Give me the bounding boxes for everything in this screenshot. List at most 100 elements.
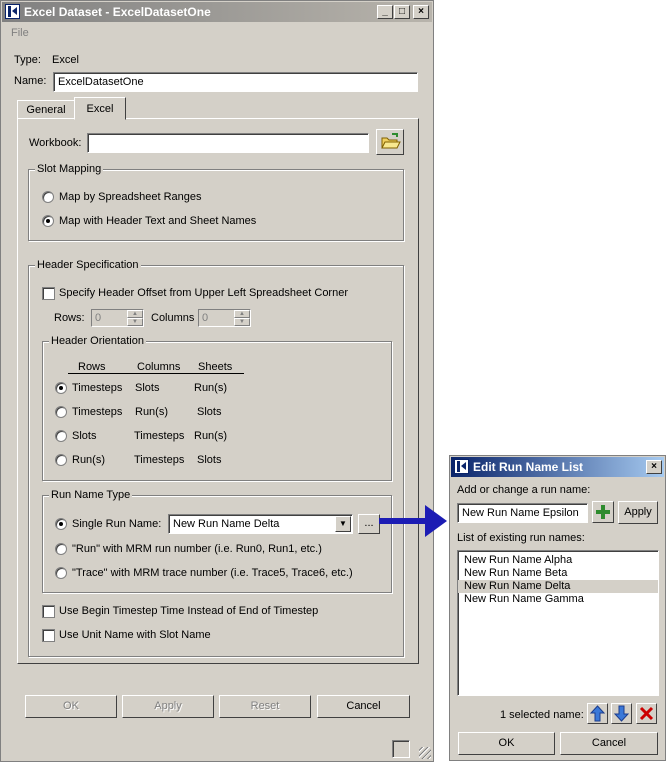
edit-run-name-list-dialog: Edit Run Name List × Add or change a run… xyxy=(449,455,666,761)
menu-file[interactable]: File xyxy=(11,26,29,40)
open-folder-button[interactable] xyxy=(376,129,404,155)
header-offset-label[interactable]: Specify Header Offset from Upper Left Sp… xyxy=(59,286,348,300)
orientation-3-columns: Timesteps xyxy=(134,430,185,442)
list-item[interactable]: New Run Name Delta xyxy=(458,580,658,593)
selected-count-label: 1 selected name: xyxy=(500,709,584,721)
name-input[interactable]: ExcelDatasetOne xyxy=(53,72,418,92)
orientation-col-sheets: Sheets xyxy=(198,361,233,373)
orientation-col-rows: Rows xyxy=(78,361,106,373)
open-folder-icon xyxy=(381,133,401,149)
dialog-logo-icon xyxy=(454,459,469,474)
maximize-button[interactable]: □ xyxy=(394,5,410,19)
ok-button[interactable]: OK xyxy=(25,695,117,718)
header-offset-checkbox[interactable] xyxy=(42,287,55,300)
rows-spinner-value: 0 xyxy=(95,312,102,324)
rows-down-icon[interactable]: ▼ xyxy=(127,318,143,326)
type-label: Type: xyxy=(14,54,41,66)
trace-mrm-radio[interactable] xyxy=(55,567,67,579)
run-mrm-radio[interactable] xyxy=(55,543,67,555)
orientation-1-rows: Timesteps xyxy=(72,382,123,394)
tab-excel[interactable]: Excel xyxy=(74,97,126,120)
close-button[interactable]: × xyxy=(413,5,429,19)
begin-timestep-label[interactable]: Use Begin Timestep Time Instead of End o… xyxy=(59,604,318,618)
dialog-ok-button[interactable]: OK xyxy=(458,732,555,755)
list-item[interactable]: New Run Name Beta xyxy=(458,567,658,580)
tab-general[interactable]: General xyxy=(17,100,75,119)
list-item[interactable]: New Run Name Gamma xyxy=(458,593,658,606)
dialog-title: Edit Run Name List xyxy=(473,460,584,474)
main-titlebar[interactable]: Excel Dataset - ExcelDatasetOne _ □ × xyxy=(2,2,432,22)
apply-button[interactable]: Apply xyxy=(122,695,214,718)
workbook-input[interactable] xyxy=(87,133,369,153)
single-run-name-value: New Run Name Delta xyxy=(173,518,280,530)
columns-spinner-value: 0 xyxy=(202,312,209,324)
header-spec-title: Header Specification xyxy=(35,259,141,272)
orientation-3-rows: Slots xyxy=(72,430,97,442)
run-name-type-title: Run Name Type xyxy=(49,489,133,502)
trace-mrm-label[interactable]: "Trace" with MRM trace number (i.e. Trac… xyxy=(72,566,353,580)
orientation-4-rows: Run(s) xyxy=(72,454,106,466)
orientation-2-columns: Run(s) xyxy=(135,406,169,418)
workbook-label: Workbook: xyxy=(29,137,82,149)
delete-button[interactable] xyxy=(636,703,657,724)
run-names-list[interactable]: New Run Name Alpha New Run Name Beta New… xyxy=(457,550,659,696)
single-run-name-radio[interactable] xyxy=(55,518,67,530)
existing-names-label: List of existing run names: xyxy=(457,532,585,544)
tab-excel-label: Excel xyxy=(86,103,114,115)
name-label: Name: xyxy=(14,75,47,87)
move-up-button[interactable] xyxy=(587,703,608,724)
single-run-name-select[interactable]: New Run Name Delta xyxy=(168,514,353,534)
orientation-1-columns: Slots xyxy=(135,382,160,394)
single-run-name-label[interactable]: Single Run Name: xyxy=(72,517,161,531)
rows-label: Rows: xyxy=(54,312,85,324)
orientation-col-columns: Columns xyxy=(137,361,181,373)
map-by-ranges-radio[interactable] xyxy=(42,191,54,203)
rows-up-icon[interactable]: ▲ xyxy=(127,310,143,318)
orientation-2-sheets: Slots xyxy=(197,406,222,418)
dialog-titlebar[interactable]: Edit Run Name List × xyxy=(451,457,664,477)
run-mrm-label[interactable]: "Run" with MRM run number (i.e. Run0, Ru… xyxy=(72,542,322,556)
orientation-radio-3[interactable] xyxy=(55,430,67,442)
arrow-down-icon xyxy=(613,705,630,722)
tab-general-label: General xyxy=(26,104,66,116)
orientation-radio-1[interactable] xyxy=(55,382,67,394)
run-name-input[interactable]: New Run Name Epsilon xyxy=(457,503,588,523)
orientation-4-columns: Timesteps xyxy=(134,454,185,466)
list-item[interactable]: New Run Name Alpha xyxy=(458,554,658,567)
map-with-header-label[interactable]: Map with Header Text and Sheet Names xyxy=(59,214,256,228)
columns-down-icon[interactable]: ▼ xyxy=(234,318,250,326)
slot-mapping-title: Slot Mapping xyxy=(35,163,104,176)
dialog-close-button[interactable]: × xyxy=(646,460,662,474)
dropdown-arrow-button[interactable]: ▼ xyxy=(335,516,351,532)
status-indicator xyxy=(392,740,410,758)
arrow-up-icon xyxy=(589,705,606,722)
resize-grip-icon[interactable] xyxy=(419,747,431,759)
orientation-1-sheets: Run(s) xyxy=(194,382,228,394)
map-with-header-radio[interactable] xyxy=(42,215,54,227)
dialog-apply-button[interactable]: Apply xyxy=(618,501,658,524)
reset-button[interactable]: Reset xyxy=(219,695,311,718)
orientation-radio-2[interactable] xyxy=(55,406,67,418)
unit-name-checkbox[interactable] xyxy=(42,629,55,642)
columns-spinner[interactable]: 0 ▲ ▼ xyxy=(198,309,251,327)
plus-icon xyxy=(596,505,610,519)
unit-name-label[interactable]: Use Unit Name with Slot Name xyxy=(59,628,211,642)
app-logo-icon xyxy=(5,4,20,19)
orientation-2-rows: Timesteps xyxy=(72,406,123,418)
dialog-cancel-button[interactable]: Cancel xyxy=(560,732,658,755)
columns-label: Columns xyxy=(151,312,195,324)
map-by-ranges-label[interactable]: Map by Spreadsheet Ranges xyxy=(59,190,201,204)
move-down-button[interactable] xyxy=(611,703,632,724)
orientation-radio-4[interactable] xyxy=(55,454,67,466)
window-title: Excel Dataset - ExcelDatasetOne xyxy=(24,5,211,19)
begin-timestep-checkbox[interactable] xyxy=(42,605,55,618)
columns-up-icon[interactable]: ▲ xyxy=(234,310,250,318)
rows-spinner[interactable]: 0 ▲ ▼ xyxy=(91,309,144,327)
cancel-button[interactable]: Cancel xyxy=(317,695,410,718)
minimize-button[interactable]: _ xyxy=(377,5,393,19)
orientation-header-rule xyxy=(68,373,244,374)
add-run-name-label: Add or change a run name: xyxy=(457,484,591,496)
type-value: Excel xyxy=(52,54,79,66)
edit-run-names-button[interactable]: ... xyxy=(358,514,380,534)
add-run-name-button[interactable] xyxy=(592,501,614,523)
